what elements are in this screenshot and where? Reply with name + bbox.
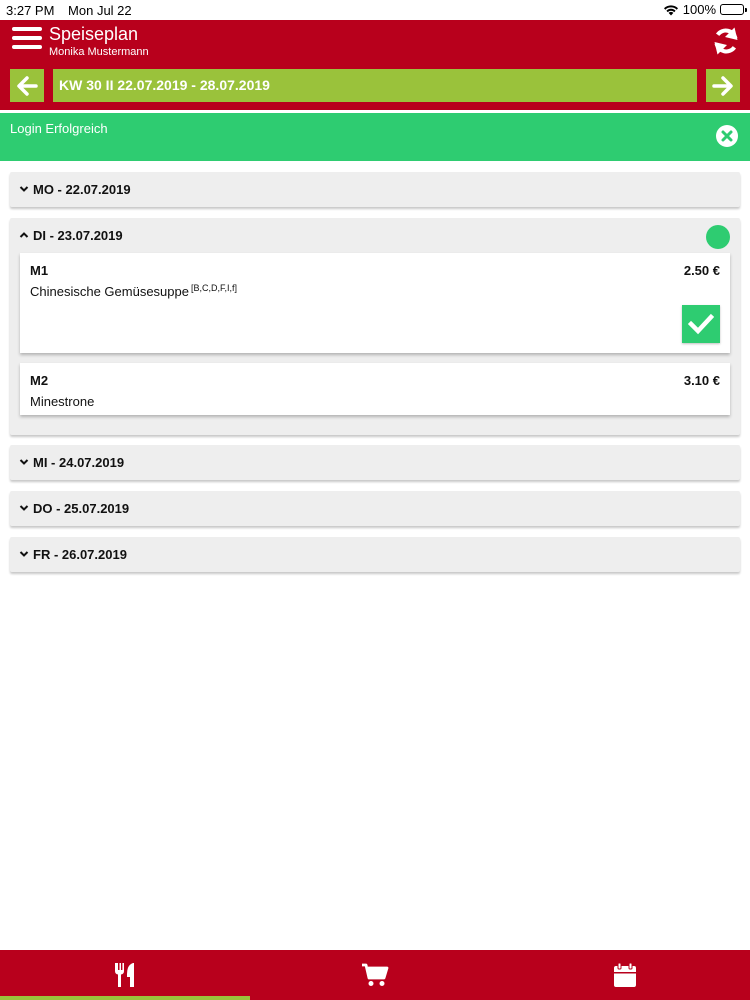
meal-name: Minestrone: [30, 394, 95, 409]
app-header: Speiseplan Monika Mustermann: [0, 20, 750, 63]
chevron-up-icon: [19, 232, 29, 238]
tab-menu[interactable]: [0, 950, 250, 1000]
day-label: MO - 22.07.2019: [33, 182, 131, 197]
status-date: Mon Jul 22: [68, 3, 132, 18]
day-section-monday: MO - 22.07.2019: [10, 172, 740, 207]
checkmark-icon: [688, 313, 714, 335]
meal-code: M2: [30, 373, 49, 388]
banner-message: Login Erfolgreich: [10, 121, 108, 136]
tab-calendar[interactable]: [500, 950, 750, 1000]
active-tab-indicator: [0, 996, 250, 1000]
meal-selected-button[interactable]: [682, 305, 720, 343]
day-section-wednesday: MI - 24.07.2019: [10, 445, 740, 480]
meal-card: M2 3.10 € Minestrone: [20, 363, 730, 415]
calendar-icon: [614, 962, 636, 987]
menu-button[interactable]: [12, 27, 42, 55]
banner-close-button[interactable]: [715, 124, 739, 148]
cart-icon: [362, 963, 389, 986]
day-header[interactable]: MO - 22.07.2019: [10, 172, 740, 207]
hamburger-icon-line: [12, 45, 42, 49]
day-label: DO - 25.07.2019: [33, 501, 130, 516]
week-label: KW 30 II 22.07.2019 - 28.07.2019: [53, 69, 697, 102]
app-screen: 3:27 PM Mon Jul 22 100% Speiseplan Monik…: [0, 0, 750, 1000]
day-section-tuesday: DI - 23.07.2019 M1 2.50 € Chinesische Ge…: [10, 218, 740, 435]
day-section-thursday: DO - 25.07.2019: [10, 491, 740, 526]
bottom-tab-bar: [0, 950, 750, 1000]
cutlery-icon: [115, 963, 134, 987]
day-label: MI - 24.07.2019: [33, 455, 125, 470]
status-left: 3:27 PM Mon Jul 22: [6, 3, 132, 18]
week-navigation: KW 30 II 22.07.2019 - 28.07.2019: [0, 63, 750, 110]
close-circle-icon: [716, 125, 738, 147]
previous-week-button[interactable]: [10, 69, 44, 102]
day-header[interactable]: MI - 24.07.2019: [10, 445, 740, 480]
day-label: DI - 23.07.2019: [33, 228, 123, 243]
meal-price: 3.10 €: [683, 373, 720, 388]
success-banner: Login Erfolgreich: [0, 113, 750, 161]
refresh-button[interactable]: [710, 25, 742, 57]
day-header[interactable]: DI - 23.07.2019: [10, 218, 740, 253]
chevron-down-icon: [19, 186, 29, 192]
hamburger-icon-line: [12, 27, 42, 31]
order-status-dot: [706, 225, 730, 249]
next-week-button[interactable]: [706, 69, 740, 102]
tab-cart[interactable]: [250, 950, 500, 1000]
arrow-left-icon: [17, 75, 38, 96]
day-header[interactable]: FR - 26.07.2019: [10, 537, 740, 572]
battery-percent: 100%: [682, 2, 716, 17]
hamburger-icon-line: [12, 36, 42, 40]
meal-code: M1: [30, 263, 49, 278]
meal-price: 2.50 €: [683, 263, 720, 278]
chevron-down-icon: [19, 551, 29, 557]
day-header[interactable]: DO - 25.07.2019: [10, 491, 740, 526]
status-bar: 3:27 PM Mon Jul 22 100%: [0, 0, 750, 20]
wifi-icon: [663, 4, 678, 15]
day-section-friday: FR - 26.07.2019: [10, 537, 740, 572]
refresh-icon: [714, 27, 738, 55]
status-right: 100%: [663, 2, 747, 17]
meal-name: Chinesische Gemüsesuppe: [30, 284, 189, 299]
meal-card: M1 2.50 € Chinesische Gemüsesuppe [B,C,D,…: [20, 253, 730, 353]
meal-name-wrap: Chinesische Gemüsesuppe [B,C,D,F,I,f]: [30, 283, 237, 299]
status-time: 3:27 PM: [6, 3, 55, 18]
battery-icon: [720, 4, 747, 15]
meal-name-wrap: Minestrone: [30, 394, 94, 409]
user-name: Monika Mustermann: [49, 46, 149, 58]
meal-allergens: [B,C,D,F,I,f]: [190, 283, 237, 293]
arrow-right-icon: [712, 75, 733, 96]
chevron-down-icon: [19, 505, 29, 511]
day-label: FR - 26.07.2019: [33, 547, 127, 562]
app-title: Speiseplan: [49, 24, 139, 44]
chevron-down-icon: [19, 459, 29, 465]
